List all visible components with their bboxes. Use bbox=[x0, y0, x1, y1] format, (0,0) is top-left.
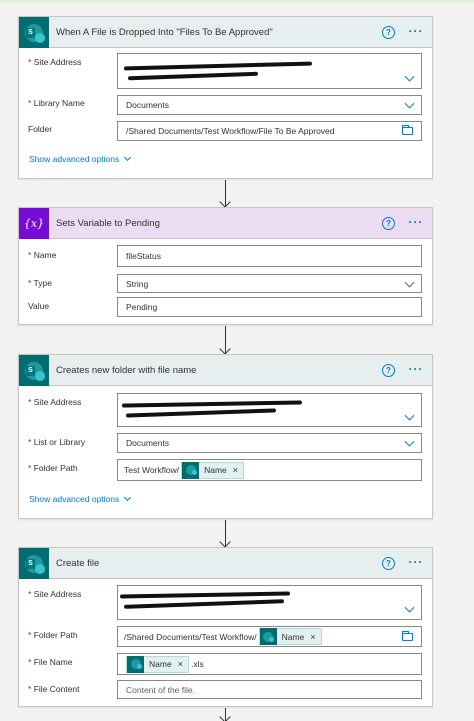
help-icon[interactable]: ? bbox=[382, 217, 395, 230]
field-label: * Folder Path bbox=[28, 630, 78, 640]
field-label: Value bbox=[28, 301, 50, 311]
chevron-down-icon bbox=[404, 71, 415, 82]
field-label: * Type bbox=[28, 278, 52, 288]
field-label: * File Content bbox=[28, 684, 80, 694]
trigger-card: When A File is Dropped Into "Files To Be… bbox=[18, 16, 433, 179]
card-title: Sets Variable to Pending bbox=[56, 218, 160, 229]
create-file-card: Create file ? ··· * Site Address * Folde… bbox=[18, 547, 433, 707]
create-file-card-header[interactable]: Create file ? ··· bbox=[19, 548, 432, 579]
chevron-down-icon bbox=[124, 153, 132, 162]
field-label: * Folder Path bbox=[28, 463, 78, 473]
remove-token-icon[interactable]: × bbox=[233, 465, 238, 475]
remove-token-icon[interactable]: × bbox=[178, 659, 183, 669]
chevron-down-icon bbox=[404, 277, 415, 288]
field-label: * Site Address bbox=[28, 589, 82, 599]
show-advanced-options-link[interactable]: Show advanced options bbox=[29, 493, 132, 504]
file-content-input[interactable]: Content of the file. bbox=[117, 680, 422, 699]
chevron-down-icon bbox=[124, 493, 132, 502]
chevron-down-icon bbox=[404, 410, 415, 421]
help-icon[interactable]: ? bbox=[382, 364, 395, 377]
field-label: * Library Name bbox=[28, 98, 85, 108]
variable-type-dropdown[interactable]: String bbox=[117, 274, 422, 293]
more-options-icon[interactable]: ··· bbox=[405, 213, 427, 233]
folder-path-input[interactable]: /Shared Documents/Test Workflow/ Name × bbox=[117, 626, 422, 647]
folder-icon[interactable] bbox=[402, 125, 413, 135]
remove-token-icon[interactable]: × bbox=[310, 632, 315, 642]
card-title: Create file bbox=[56, 558, 100, 569]
create-folder-card: Creates new folder with file name ? ··· … bbox=[18, 354, 433, 519]
variable-name-input[interactable]: fileStatus bbox=[117, 245, 422, 267]
field-label: * List or Library bbox=[28, 437, 86, 447]
connector-line bbox=[225, 708, 226, 721]
set-variable-card-header[interactable]: {x} Sets Variable to Pending ? ··· bbox=[19, 208, 432, 239]
folder-input[interactable]: /Shared Documents/Test Workflow/File To … bbox=[117, 121, 422, 141]
chevron-down-icon bbox=[404, 98, 415, 109]
show-advanced-options-link[interactable]: Show advanced options bbox=[29, 153, 132, 164]
list-or-library-dropdown[interactable]: Documents bbox=[117, 433, 422, 453]
sharepoint-icon bbox=[19, 548, 49, 579]
sharepoint-icon bbox=[127, 655, 144, 673]
card-title: Creates new folder with file name bbox=[56, 365, 197, 376]
site-address-dropdown[interactable] bbox=[117, 53, 422, 89]
dynamic-content-token[interactable]: Name × bbox=[181, 461, 245, 479]
field-label: * Site Address bbox=[28, 57, 82, 67]
variable-value-input[interactable]: Pending bbox=[117, 297, 422, 317]
library-name-dropdown[interactable]: Documents bbox=[117, 95, 422, 115]
chevron-down-icon bbox=[404, 436, 415, 447]
sharepoint-icon bbox=[19, 355, 49, 386]
sharepoint-icon bbox=[259, 628, 277, 645]
folder-icon[interactable] bbox=[402, 630, 413, 641]
connector-arrow bbox=[225, 520, 226, 546]
more-options-icon[interactable]: ··· bbox=[405, 22, 427, 42]
create-folder-card-header[interactable]: Creates new folder with file name ? ··· bbox=[19, 355, 432, 386]
field-label: * File Name bbox=[28, 657, 73, 667]
variable-icon: {x} bbox=[19, 208, 49, 239]
field-label: * Name bbox=[28, 250, 57, 260]
dynamic-content-token[interactable]: Name × bbox=[126, 655, 189, 673]
help-icon[interactable]: ? bbox=[382, 557, 395, 570]
trigger-card-header[interactable]: When A File is Dropped Into "Files To Be… bbox=[19, 17, 432, 48]
chevron-down-icon bbox=[404, 602, 415, 613]
field-label: Folder bbox=[28, 124, 53, 134]
sharepoint-icon bbox=[182, 461, 200, 479]
help-icon[interactable]: ? bbox=[382, 26, 395, 39]
dynamic-content-token[interactable]: Name × bbox=[258, 628, 322, 645]
connector-arrow bbox=[225, 326, 226, 353]
file-name-input[interactable]: Name × .xls bbox=[117, 653, 422, 675]
site-address-dropdown[interactable] bbox=[117, 585, 422, 620]
more-options-icon[interactable]: ··· bbox=[405, 553, 427, 573]
card-title: When A File is Dropped Into "Files To Be… bbox=[56, 27, 273, 38]
site-address-dropdown[interactable] bbox=[117, 393, 422, 427]
top-connector-line bbox=[0, 0, 474, 3]
field-label: * Site Address bbox=[28, 397, 82, 407]
folder-path-input[interactable]: Test Workflow/ Name × bbox=[117, 459, 422, 481]
set-variable-card: {x} Sets Variable to Pending ? ··· * Nam… bbox=[18, 207, 433, 325]
connector-arrow bbox=[225, 180, 226, 206]
sharepoint-icon bbox=[19, 17, 49, 48]
more-options-icon[interactable]: ··· bbox=[405, 360, 427, 380]
